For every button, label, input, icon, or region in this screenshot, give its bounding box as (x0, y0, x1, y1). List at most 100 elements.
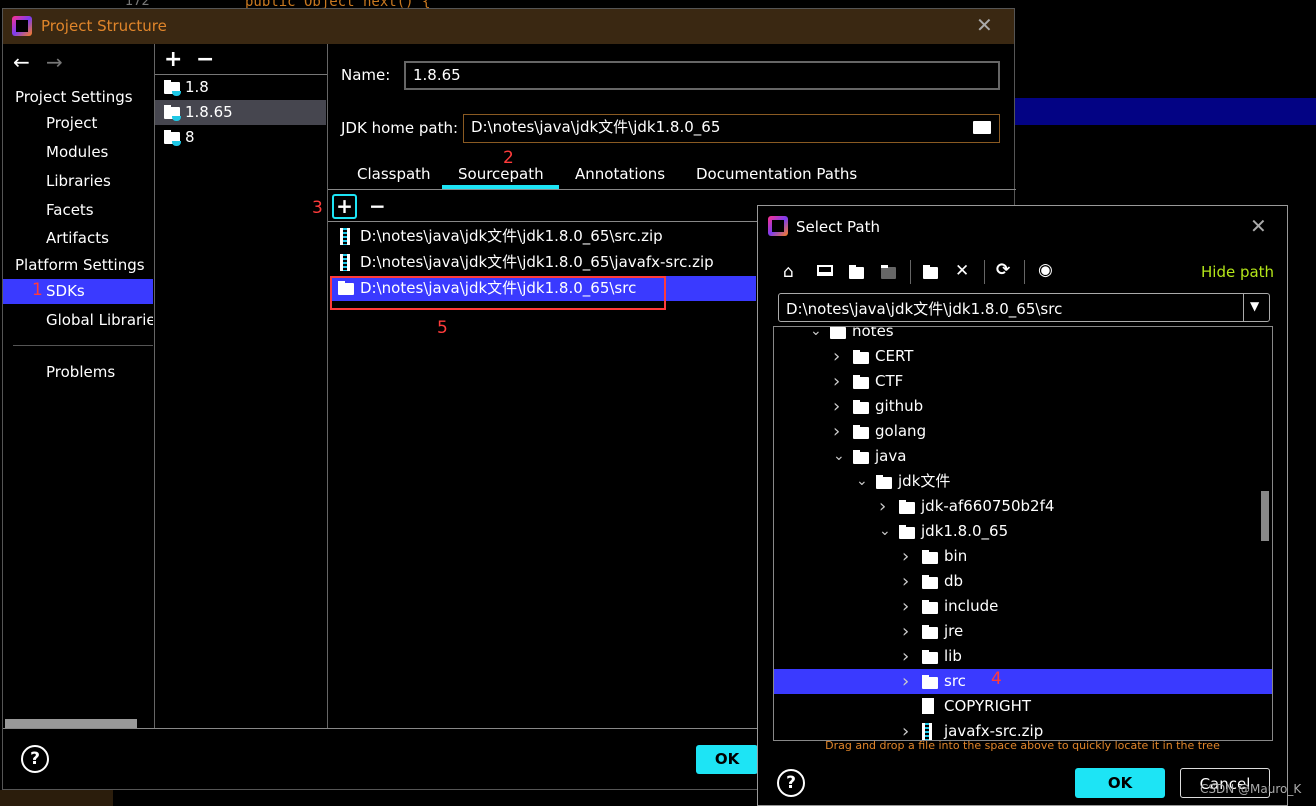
forward-icon[interactable]: → (46, 50, 63, 74)
delete-icon[interactable]: ✕ (955, 261, 969, 281)
tree-node[interactable]: COPYRIGHT (774, 694, 1272, 719)
sidebar-item-problems[interactable]: Problems (3, 360, 153, 385)
chevron-right-icon[interactable]: › (902, 569, 909, 594)
chevron-right-icon[interactable]: › (879, 494, 886, 519)
path-combobox[interactable]: D:\notes\java\jdk文件\jdk1.8.0_65\src ▼ (778, 293, 1270, 322)
tree-node[interactable]: › javafx-src.zip (774, 719, 1272, 740)
folder-icon (830, 327, 846, 339)
sidebar-item-project[interactable]: Project (3, 111, 153, 136)
desktop-icon[interactable] (817, 265, 833, 276)
java-cup-icon (172, 91, 181, 96)
folder-icon (876, 475, 892, 489)
tree-node[interactable]: › lib (774, 644, 1272, 669)
sdk-item-1.8.65[interactable]: 1.8.65 (155, 100, 326, 125)
annotation-5: 5 (437, 318, 448, 338)
tab-classpath[interactable]: Classpath (357, 165, 431, 183)
tree-scrollbar[interactable] (1261, 491, 1269, 541)
chevron-right-icon[interactable]: › (833, 419, 840, 444)
show-hidden-icon[interactable]: ◉ (1038, 260, 1053, 280)
sidebar-item-artifacts[interactable]: Artifacts (3, 226, 153, 251)
tree-node[interactable]: ⌄ notes (774, 327, 1272, 344)
add-sourcepath-button[interactable]: + (332, 194, 357, 219)
chevron-right-icon[interactable]: › (833, 394, 840, 419)
new-folder-icon[interactable] (923, 265, 938, 279)
sdk-list: 1.8 1.8.65 8 (155, 75, 327, 155)
tree-node[interactable]: › bin (774, 544, 1272, 569)
divider (3, 728, 757, 729)
chevron-down-icon[interactable]: ⌄ (810, 327, 822, 344)
add-sdk-button[interactable]: + (164, 47, 182, 72)
divider (327, 44, 328, 729)
sourcepath-label: D:\notes\java\jdk文件\jdk1.8.0_65\src.zip (360, 227, 663, 245)
sidebar-item-global-libraries[interactable]: Global Libraries (3, 308, 153, 333)
editor-highlight (1015, 98, 1316, 125)
ok-button[interactable]: OK (696, 745, 758, 774)
tree-node[interactable]: ⌄ jdk文件 (774, 469, 1272, 494)
remove-sourcepath-button[interactable]: − (369, 194, 386, 218)
tree-node[interactable]: › jdk-af660750b2f4 (774, 494, 1272, 519)
tab-documentation-paths[interactable]: Documentation Paths (696, 165, 857, 183)
chevron-down-icon[interactable]: ⌄ (833, 444, 845, 469)
tree-node[interactable]: ⌄ java (774, 444, 1272, 469)
ok-button[interactable]: OK (1075, 768, 1165, 798)
chevron-right-icon[interactable]: › (902, 644, 909, 669)
tab-annotations[interactable]: Annotations (575, 165, 665, 183)
folder-icon (853, 350, 869, 364)
folder-icon (922, 550, 938, 564)
tree-node-label: src (944, 672, 966, 690)
sdk-label: 1.8 (185, 78, 209, 96)
tree-node[interactable]: › github (774, 394, 1272, 419)
chevron-right-icon[interactable]: › (902, 719, 909, 740)
back-icon[interactable]: ← (13, 50, 30, 74)
file-tree[interactable]: ⌄ notes › CERT › CTF › github › golang ⌄ java ⌄ jdk文件… (773, 326, 1273, 741)
sidebar-item-sdks[interactable]: SDKs (3, 279, 153, 304)
tree-node[interactable]: ⌄ jdk1.8.0_65 (774, 519, 1272, 544)
tree-node-label: bin (944, 547, 968, 565)
close-icon[interactable]: ✕ (1250, 214, 1267, 238)
chevron-right-icon[interactable]: › (833, 344, 840, 369)
tree-node[interactable]: › src (774, 669, 1272, 694)
name-input[interactable]: 1.8.65 (404, 61, 1000, 90)
help-button[interactable]: ? (21, 745, 49, 773)
help-button[interactable]: ? (777, 769, 805, 797)
sidebar-scrollbar[interactable] (5, 719, 137, 728)
sidebar-item-libraries[interactable]: Libraries (3, 169, 153, 194)
tab-sourcepath[interactable]: Sourcepath (458, 165, 544, 183)
chevron-down-icon[interactable]: ⌄ (879, 519, 891, 544)
tree-node[interactable]: › CTF (774, 369, 1272, 394)
chevron-right-icon[interactable]: › (902, 544, 909, 569)
annotation-3: 3 (312, 198, 323, 218)
chevron-right-icon[interactable]: › (902, 594, 909, 619)
path-input[interactable]: D:\notes\java\jdk文件\jdk1.8.0_65\src (786, 298, 1062, 319)
module-folder-icon[interactable] (881, 265, 896, 279)
chevron-right-icon[interactable]: › (833, 369, 840, 394)
dialog-title: Select Path (796, 218, 880, 236)
hide-path-link[interactable]: Hide path (1201, 263, 1274, 281)
close-icon[interactable]: ✕ (976, 13, 993, 37)
browse-folder-icon[interactable] (973, 121, 991, 134)
project-folder-icon[interactable] (849, 265, 864, 279)
tree-node[interactable]: › CERT (774, 344, 1272, 369)
sdk-item-1.8[interactable]: 1.8 (155, 75, 326, 100)
sourcepath-item[interactable]: D:\notes\java\jdk文件\jdk1.8.0_65\src.zip (330, 224, 756, 249)
tree-node[interactable]: › include (774, 594, 1272, 619)
sourcepath-item[interactable]: D:\notes\java\jdk文件\jdk1.8.0_65\javafx-s… (330, 250, 756, 275)
sidebar-item-modules[interactable]: Modules (3, 140, 153, 165)
sidebar-item-facets[interactable]: Facets (3, 198, 153, 223)
jdk-home-input[interactable]: D:\notes\java\jdk文件\jdk1.8.0_65 (463, 114, 1000, 143)
home-icon[interactable]: ⌂ (783, 262, 794, 282)
chevron-down-icon[interactable]: ⌄ (856, 469, 868, 494)
tree-node[interactable]: › jre (774, 619, 1272, 644)
tree-node[interactable]: › golang (774, 419, 1272, 444)
java-cup-icon (172, 141, 181, 146)
remove-sdk-button[interactable]: − (196, 47, 214, 72)
chevron-down-icon[interactable]: ▼ (1250, 299, 1259, 313)
tree-node-label: jdk文件 (898, 472, 951, 490)
tree-node[interactable]: › db (774, 569, 1272, 594)
refresh-icon[interactable]: ⟳ (996, 260, 1010, 280)
chevron-right-icon[interactable]: › (902, 669, 909, 694)
sdk-item-8[interactable]: 8 (155, 125, 326, 150)
chevron-right-icon[interactable]: › (902, 619, 909, 644)
tree-node-label: CERT (875, 347, 914, 365)
status-strip (0, 790, 113, 806)
